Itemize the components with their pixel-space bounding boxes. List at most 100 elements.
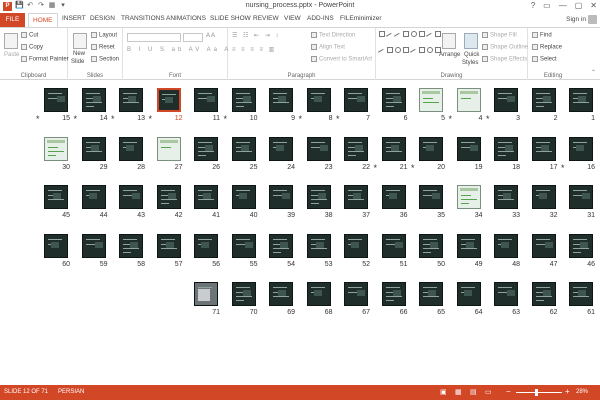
view-reading-icon[interactable]: ▤ bbox=[470, 388, 477, 396]
layout-button[interactable]: Layout bbox=[91, 32, 117, 39]
curve-shape-icon[interactable] bbox=[377, 48, 387, 57]
connector-shape-icon[interactable] bbox=[425, 32, 435, 42]
avatar[interactable] bbox=[588, 15, 597, 24]
slide-thumbnail[interactable]: 7 * bbox=[336, 88, 370, 124]
freeform-shape-icon[interactable] bbox=[409, 48, 419, 57]
smiley-shape-icon[interactable] bbox=[395, 46, 401, 53]
copy-button[interactable]: Copy bbox=[21, 44, 43, 51]
slide-thumbnail[interactable]: 21 * bbox=[374, 136, 408, 173]
slide-thumbnail[interactable]: 22 bbox=[344, 136, 370, 171]
view-sorter-icon[interactable]: ▦ bbox=[455, 388, 462, 396]
slide-thumbnail[interactable]: 15 * bbox=[36, 88, 70, 124]
rect-shape-icon[interactable] bbox=[403, 31, 409, 37]
grow-font-icon[interactable]: A A bbox=[206, 33, 215, 39]
slide-thumbnail[interactable]: 4 * bbox=[449, 88, 483, 124]
slide-thumbnail[interactable]: 64 bbox=[456, 282, 483, 316]
slide-thumbnail[interactable]: 55 bbox=[231, 233, 258, 268]
shape-effects-button[interactable]: Shape Effects bbox=[482, 56, 527, 63]
view-slideshow-icon[interactable]: ▭ bbox=[485, 388, 492, 396]
star-shape-icon[interactable] bbox=[419, 46, 425, 53]
slide-thumbnail[interactable]: 18 bbox=[494, 136, 520, 171]
slide-thumbnail[interactable]: 29 bbox=[81, 136, 108, 171]
arrow-shape-icon[interactable] bbox=[393, 32, 403, 42]
slide-animation-star-icon[interactable]: * bbox=[486, 114, 490, 124]
tab-view[interactable]: VIEW bbox=[284, 15, 301, 22]
section-button[interactable]: Section bbox=[91, 56, 119, 63]
slide-thumbnail[interactable]: 30 bbox=[44, 136, 70, 171]
tab-review[interactable]: REVIEW bbox=[253, 15, 279, 22]
format-painter-button[interactable]: Format Painter bbox=[21, 56, 69, 63]
pie-shape-icon[interactable] bbox=[427, 46, 433, 53]
tab-transitions[interactable]: TRANSITIONS bbox=[121, 15, 165, 22]
slide-thumbnail[interactable]: 43 bbox=[119, 185, 145, 219]
slide-thumbnail[interactable]: 10 * bbox=[224, 88, 258, 124]
slide-thumbnail[interactable]: 50 bbox=[419, 233, 445, 268]
slide-thumbnail[interactable]: 61 bbox=[569, 282, 595, 316]
slide-thumbnail[interactable]: 8 * bbox=[299, 88, 333, 124]
tab-slide-show[interactable]: SLIDE SHOW bbox=[210, 15, 251, 22]
slide-thumbnail[interactable]: 24 bbox=[269, 136, 295, 171]
slide-animation-star-icon[interactable]: * bbox=[36, 114, 40, 124]
slide-thumbnail[interactable]: 67 bbox=[344, 282, 370, 316]
view-normal-icon[interactable]: ▣ bbox=[440, 388, 447, 396]
maximize-icon[interactable]: ▢ bbox=[575, 1, 583, 10]
slide-thumbnail[interactable]: 13 * bbox=[111, 88, 145, 124]
slide-thumbnail[interactable]: 12 * bbox=[149, 88, 183, 124]
find-button[interactable]: Find bbox=[532, 32, 552, 39]
cut-button[interactable]: Cut bbox=[21, 32, 38, 39]
block-arrow-shape-icon[interactable] bbox=[387, 46, 393, 53]
slide-thumbnail[interactable]: 54 bbox=[269, 233, 295, 268]
quick-styles-icon[interactable] bbox=[464, 33, 478, 49]
slide-thumbnail[interactable]: 52 bbox=[344, 233, 370, 268]
slide-thumbnail[interactable]: 66 bbox=[381, 282, 408, 316]
zoom-slider-thumb[interactable] bbox=[534, 389, 538, 396]
font-name-field[interactable] bbox=[127, 33, 181, 42]
font-size-field[interactable] bbox=[183, 33, 203, 42]
select-button[interactable]: Select bbox=[532, 56, 557, 63]
zoom-slider[interactable] bbox=[516, 392, 562, 393]
shapes-gallery[interactable] bbox=[377, 31, 441, 61]
slide-thumbnail[interactable]: 47 bbox=[531, 233, 558, 268]
slide-animation-star-icon[interactable]: * bbox=[149, 114, 153, 124]
slide-thumbnail[interactable]: 39 bbox=[269, 185, 295, 219]
slide-thumbnail[interactable]: 46 bbox=[569, 233, 595, 268]
tab-design[interactable]: DESIGN bbox=[90, 15, 115, 22]
slide-thumbnail[interactable]: 26 bbox=[194, 136, 220, 171]
sign-in-link[interactable]: Sign in bbox=[566, 16, 586, 23]
collapse-ribbon-icon[interactable]: ⌃ bbox=[591, 69, 596, 76]
font-format-icons[interactable]: B I U S ab AV Aa A bbox=[127, 47, 231, 53]
new-slide-icon[interactable] bbox=[73, 33, 87, 49]
slide-animation-star-icon[interactable]: * bbox=[411, 163, 415, 173]
slide-thumbnail[interactable]: 9 bbox=[269, 88, 295, 122]
slide-thumbnail[interactable]: 32 bbox=[531, 185, 558, 219]
slide-thumbnail[interactable]: 25 bbox=[231, 136, 258, 171]
paste-icon[interactable] bbox=[4, 33, 18, 49]
arrange-icon[interactable] bbox=[442, 33, 456, 49]
tab-add-ins[interactable]: ADD-INS bbox=[307, 15, 334, 22]
slide-thumbnail[interactable]: 53 bbox=[306, 233, 333, 268]
slide-animation-star-icon[interactable]: * bbox=[74, 114, 78, 124]
slide-thumbnail[interactable]: 63 bbox=[494, 282, 520, 316]
tab-animations[interactable]: ANIMATIONS bbox=[166, 15, 206, 22]
slide-thumbnail[interactable]: 6 bbox=[381, 88, 408, 122]
slide-thumbnail[interactable]: 20 * bbox=[411, 136, 445, 173]
slide-thumbnail[interactable]: 56 bbox=[194, 233, 220, 268]
tab-file[interactable]: FILE bbox=[0, 13, 25, 27]
slide-thumbnail[interactable]: 58 bbox=[119, 233, 145, 268]
slide-thumbnail[interactable]: 16 * bbox=[561, 136, 595, 173]
zoom-out-icon[interactable]: − bbox=[506, 387, 511, 396]
zoom-level[interactable]: 28% bbox=[576, 389, 588, 395]
reset-button[interactable]: Reset bbox=[91, 44, 115, 51]
slide-animation-star-icon[interactable]: * bbox=[111, 114, 115, 124]
tab-insert[interactable]: INSERT bbox=[62, 15, 86, 22]
slide-thumbnail[interactable]: 17 bbox=[531, 136, 558, 171]
slide-thumbnail[interactable]: 71 bbox=[194, 282, 220, 316]
align-icons[interactable]: ≡ ≡ ≡ ≡ ▥ bbox=[232, 46, 276, 53]
slide-thumbnail[interactable]: 35 bbox=[419, 185, 445, 219]
arrange-button[interactable]: Arrange bbox=[439, 52, 460, 58]
slide-thumbnail[interactable]: 5 bbox=[419, 88, 445, 122]
slide-animation-star-icon[interactable]: * bbox=[374, 163, 378, 173]
slide-thumbnail[interactable]: 38 bbox=[306, 185, 333, 219]
slide-thumbnail[interactable]: 33 bbox=[494, 185, 520, 219]
slide-thumbnail[interactable]: 44 bbox=[81, 185, 108, 219]
